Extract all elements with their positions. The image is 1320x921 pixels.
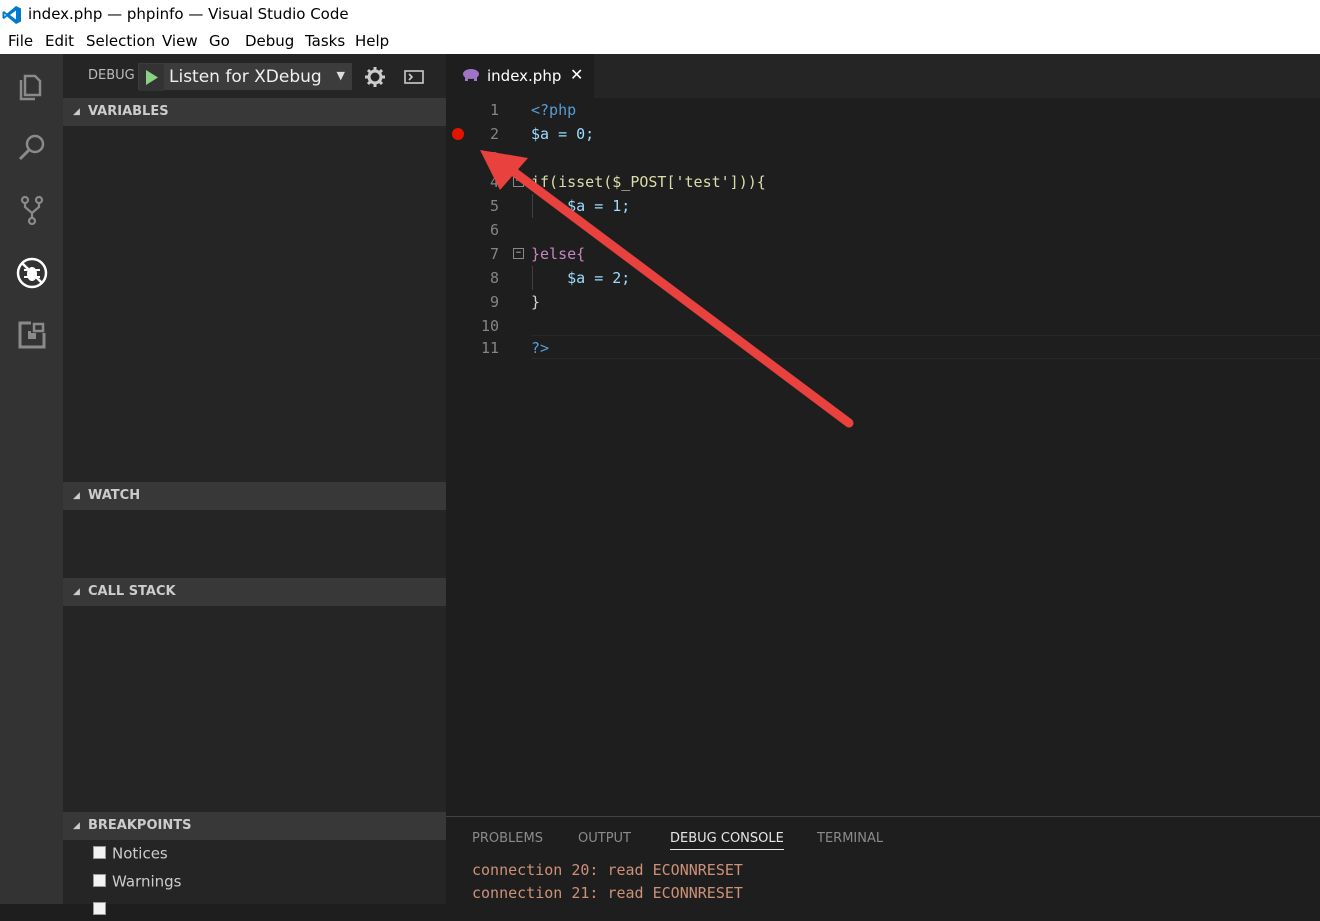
expanded-triangle-icon: ◢ — [73, 107, 80, 117]
menu-file[interactable]: File — [8, 29, 33, 54]
code-line-text: $a = 1; — [531, 197, 631, 215]
code-line: 5 $a = 1; — [446, 194, 1320, 218]
code-line: 6 — [489, 221, 499, 239]
window-title: index.php — phpinfo — Visual Studio Code — [28, 5, 349, 23]
code-line-text: ?> — [531, 339, 550, 357]
menu-debug[interactable]: Debug — [245, 29, 294, 54]
code-line-text: if(isset($_POST['test'])){ — [531, 173, 766, 191]
fold-icon[interactable]: − — [513, 176, 524, 187]
code-line: 7 − }else{ — [446, 242, 1320, 266]
breakpoint-checkbox[interactable] — [93, 901, 106, 915]
breakpoint-item[interactable]: Warnings — [93, 869, 182, 893]
panel-tab-debug-console[interactable]: DEBUG CONSOLE — [670, 831, 784, 850]
launch-configuration-name: Listen for XDebug — [169, 67, 322, 87]
code-line: 9 } — [446, 290, 1320, 314]
editor-tab-bar: index.php ✕ — [446, 54, 1320, 98]
debug-sidebar: DEBUG Listen for XDebug ▼ ◢ VARIABLES ◢ … — [63, 54, 446, 915]
fold-icon[interactable]: − — [513, 248, 524, 259]
watch-section-header[interactable]: ◢ WATCH — [63, 482, 446, 510]
code-line-text: <?php — [531, 101, 577, 119]
php-file-icon — [463, 69, 479, 81]
debug-console-icon[interactable] — [403, 66, 425, 88]
breakpoint-item-partial[interactable] — [93, 897, 112, 921]
breakpoint-checkbox[interactable] — [93, 845, 106, 859]
expanded-triangle-icon: ◢ — [73, 821, 80, 831]
code-line: 1 <?php — [446, 98, 1320, 122]
code-editor[interactable]: 1 <?php 2 $a = 0; 3 4 − if(isset($_POST[… — [446, 98, 1320, 816]
code-line-text: $a = 0; — [531, 125, 595, 143]
variables-section-header[interactable]: ◢ VARIABLES — [63, 98, 446, 126]
panel-tab-output[interactable]: OUTPUT — [578, 831, 631, 846]
bottom-panel: PROBLEMS OUTPUT DEBUG CONSOLE TERMINAL c… — [446, 816, 1320, 905]
source-control-icon[interactable] — [14, 192, 50, 228]
expanded-triangle-icon: ◢ — [73, 491, 80, 501]
activity-bar — [0, 54, 63, 904]
debug-label: DEBUG — [88, 68, 135, 83]
code-line-text: }else{ — [531, 245, 586, 263]
close-icon[interactable]: ✕ — [570, 65, 583, 84]
launch-configuration-select[interactable]: Listen for XDebug ▼ — [138, 63, 352, 91]
gear-icon[interactable] — [364, 66, 386, 88]
extensions-icon[interactable] — [14, 317, 50, 353]
dropdown-arrow-icon: ▼ — [336, 69, 345, 82]
console-output-line: connection 20: read ECONNRESET — [472, 861, 743, 879]
vscode-logo-icon — [2, 6, 21, 24]
start-debugging-button[interactable] — [139, 64, 164, 91]
code-line: 11 ?> — [446, 336, 1320, 360]
menu-edit[interactable]: Edit — [45, 29, 74, 54]
title-bar: index.php — phpinfo — Visual Studio Code — [0, 0, 1320, 29]
menu-tasks[interactable]: Tasks — [305, 29, 345, 54]
code-line-text: $a = 2; — [531, 269, 631, 287]
menu-bar: File Edit Selection View Go Debug Tasks … — [0, 29, 1320, 54]
code-line-text: } — [531, 293, 541, 311]
debug-toolbar: DEBUG Listen for XDebug ▼ — [63, 54, 446, 98]
play-icon — [146, 70, 158, 85]
code-line: 4 − if(isset($_POST['test'])){ — [446, 170, 1320, 194]
breakpoint-checkbox[interactable] — [93, 873, 106, 887]
call-stack-section-header[interactable]: ◢ CALL STACK — [63, 578, 446, 606]
code-line: 3 — [489, 149, 499, 167]
menu-view[interactable]: View — [162, 29, 198, 54]
debug-icon[interactable] — [14, 255, 50, 291]
search-icon[interactable] — [14, 130, 50, 166]
panel-tab-problems[interactable]: PROBLEMS — [472, 831, 543, 846]
code-line: 10 — [480, 317, 499, 335]
panel-tab-terminal[interactable]: TERMINAL — [817, 831, 883, 846]
breakpoint-item[interactable]: Notices — [93, 841, 168, 865]
code-line: 2 $a = 0; — [446, 122, 1320, 146]
expanded-triangle-icon: ◢ — [73, 587, 80, 597]
menu-go[interactable]: Go — [209, 29, 230, 54]
editor-tab-index-php[interactable]: index.php ✕ — [446, 54, 594, 98]
menu-selection[interactable]: Selection — [86, 29, 155, 54]
console-output-line: connection 21: read ECONNRESET — [472, 884, 743, 902]
menu-help[interactable]: Help — [355, 29, 389, 54]
explorer-icon[interactable] — [14, 68, 50, 104]
breakpoints-section-header[interactable]: ◢ BREAKPOINTS — [63, 812, 446, 840]
code-line: 8 $a = 2; — [446, 266, 1320, 290]
